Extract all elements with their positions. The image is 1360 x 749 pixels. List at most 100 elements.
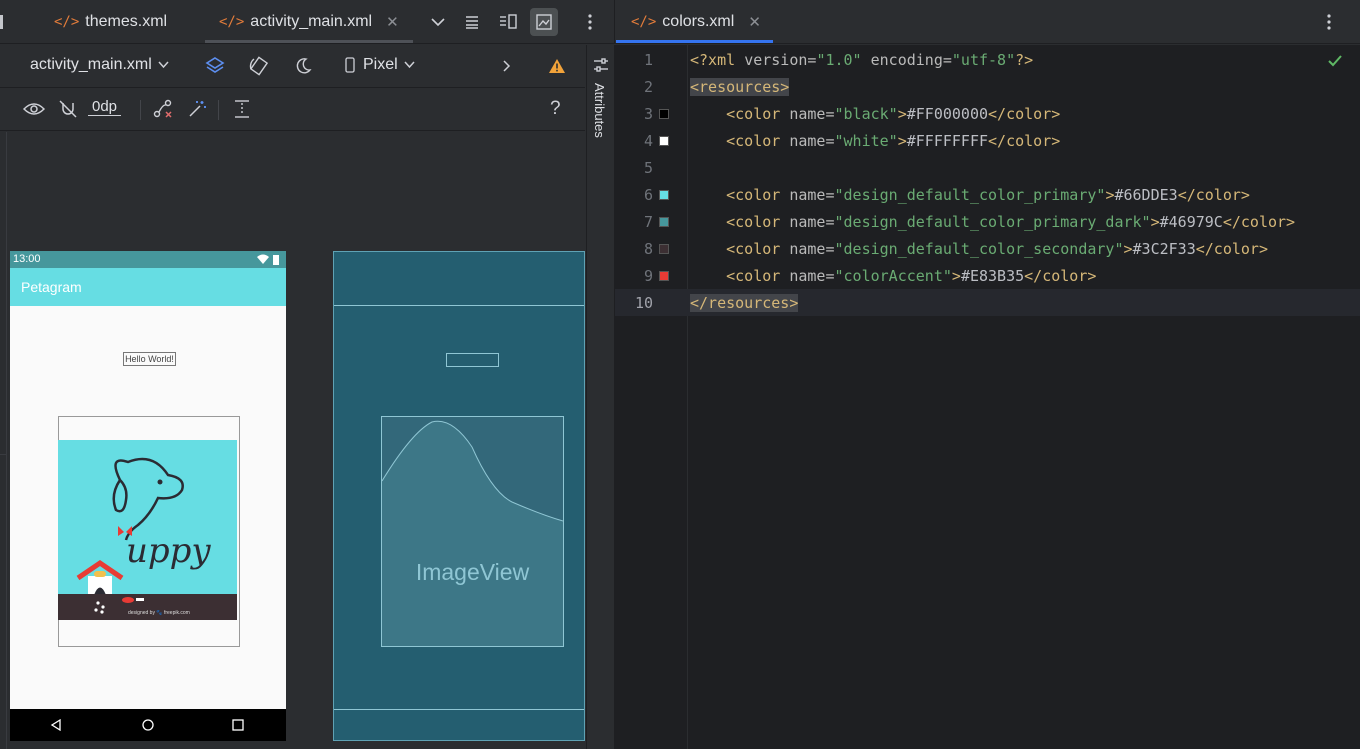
- line-number: 4: [643, 132, 653, 150]
- infer-constraints-icon[interactable]: [184, 96, 210, 122]
- code-token: "design_default_color_secondary": [834, 240, 1124, 258]
- code-token: name=: [789, 213, 835, 231]
- code-token: >: [897, 132, 907, 150]
- tab-activity-main-xml[interactable]: </> activity_main.xml ✕: [219, 0, 399, 44]
- code-text: <color name="design_default_color_second…: [690, 240, 1268, 258]
- designed-by-credit: designed by 🐾 freepik.com: [128, 610, 190, 616]
- tab-themes-xml[interactable]: </> themes.xml: [54, 0, 167, 44]
- code-token: "colorAccent": [834, 267, 952, 285]
- code-editor[interactable]: 1 <?xml version="1.0" encoding="utf-8"?> 2…: [614, 45, 1360, 749]
- code-line[interactable]: 4 <color name="white">#FFFFFFFF</color>: [615, 127, 1360, 154]
- design-preview-phone[interactable]: 13:00 Petagram Hello World! uppy designe…: [10, 251, 286, 741]
- orientation-icon[interactable]: [246, 53, 272, 79]
- layers-icon[interactable]: [202, 53, 228, 79]
- code-token: <?xml: [690, 51, 745, 69]
- sliders-icon: [594, 58, 608, 72]
- attributes-tab-label[interactable]: Attributes: [592, 83, 607, 138]
- code-line[interactable]: 2 <resources>: [615, 73, 1360, 100]
- code-token: name=: [789, 186, 835, 204]
- color-swatch-icon[interactable]: [659, 190, 669, 200]
- code-text: <resources>: [690, 78, 790, 96]
- inspection-ok-icon[interactable]: [1328, 55, 1342, 67]
- tab-label: colors.xml: [662, 13, 735, 30]
- help-button[interactable]: ?: [550, 98, 561, 120]
- tab-label: themes.xml: [85, 13, 168, 30]
- color-swatch-icon[interactable]: [659, 217, 669, 227]
- tab-label: activity_main.xml: [250, 13, 373, 30]
- code-line[interactable]: 3 <color name="black">#FF000000</color>: [615, 100, 1360, 127]
- warning-icon[interactable]: [544, 53, 570, 79]
- code-line[interactable]: 5: [615, 154, 1360, 181]
- attributes-side-panel[interactable]: Attributes: [586, 45, 614, 749]
- code-token: </color>: [1222, 213, 1296, 231]
- code-text: <color name="black">#FF000000</color>: [690, 105, 1060, 123]
- chevron-down-icon[interactable]: [424, 8, 452, 36]
- code-view-icon[interactable]: [458, 8, 486, 36]
- blueprint-preview[interactable]: ImageView: [333, 251, 585, 741]
- device-select[interactable]: Pixel: [345, 56, 415, 74]
- status-bar: 13:00: [10, 251, 286, 268]
- hello-world-textview[interactable]: Hello World!: [123, 352, 176, 366]
- layout-toolbar: 0dp ?: [0, 88, 585, 131]
- imageview-label: ImageView: [415, 559, 530, 585]
- line-number: 2: [643, 78, 653, 96]
- xml-tag-icon: </>: [219, 14, 245, 30]
- line-number: 7: [643, 213, 653, 231]
- more-options-icon[interactable]: [1315, 8, 1343, 36]
- xml-tag-icon: </>: [631, 14, 657, 30]
- file-select-label: activity_main.xml: [30, 56, 152, 73]
- design-view-icon[interactable]: [530, 8, 558, 36]
- color-swatch-icon[interactable]: [659, 109, 669, 119]
- code-token: #FFFFFFFF: [906, 132, 989, 150]
- default-margin-field[interactable]: 0dp: [88, 98, 122, 116]
- code-line[interactable]: 9 <color name="colorAccent">#E83B35</col…: [615, 262, 1360, 289]
- code-token: encoding=: [861, 51, 952, 69]
- code-token: #66DDE3: [1114, 186, 1178, 204]
- line-number: 3: [643, 105, 653, 123]
- code-line[interactable]: 8 <color name="design_default_color_seco…: [615, 235, 1360, 262]
- guidelines-icon[interactable]: [229, 96, 255, 122]
- code-token: #46979C: [1159, 213, 1223, 231]
- status-time: 13:00: [13, 253, 41, 265]
- color-swatch-icon[interactable]: [659, 244, 669, 254]
- phone-icon: [345, 57, 355, 73]
- night-mode-icon[interactable]: [290, 53, 316, 79]
- close-icon[interactable]: ✕: [386, 13, 399, 31]
- more-options-icon[interactable]: [576, 8, 604, 36]
- blueprint-navbar-line: [334, 709, 584, 710]
- code-line[interactable]: 7 <color name="design_default_color_prim…: [615, 208, 1360, 235]
- editor-tab-bar: </> colors.xml ✕: [614, 0, 1360, 44]
- close-icon[interactable]: ✕: [748, 13, 761, 31]
- code-token: ?>: [1015, 51, 1034, 69]
- blueprint-hello-textview[interactable]: [446, 353, 499, 367]
- eye-icon[interactable]: [21, 96, 47, 122]
- code-token: >: [1123, 240, 1133, 258]
- chevron-right-icon[interactable]: [494, 53, 520, 79]
- toolbar-divider: [140, 100, 141, 120]
- tab-overflow-fragment[interactable]: [0, 0, 10, 44]
- magnet-off-icon[interactable]: [55, 96, 81, 122]
- blueprint-imageview[interactable]: ImageView: [381, 416, 564, 647]
- code-line[interactable]: 1 <?xml version="1.0" encoding="utf-8"?>: [615, 46, 1360, 73]
- line-number: 1: [643, 51, 653, 69]
- code-token: <color: [726, 186, 790, 204]
- code-token: name=: [789, 132, 835, 150]
- code-line[interactable]: 6 <color name="design_default_color_prim…: [615, 181, 1360, 208]
- code-text: <color name="design_default_color_primar…: [690, 213, 1295, 231]
- tab-colors-xml[interactable]: </> colors.xml ✕: [631, 0, 761, 44]
- logo-text: uppy: [126, 531, 211, 571]
- code-token: "utf-8": [951, 51, 1016, 69]
- clear-constraints-icon[interactable]: [150, 96, 176, 122]
- line-number: 6: [643, 186, 653, 204]
- color-swatch-icon[interactable]: [659, 136, 669, 146]
- file-select[interactable]: activity_main.xml: [30, 56, 169, 74]
- color-swatch-icon[interactable]: [659, 271, 669, 281]
- code-token: <color: [726, 105, 790, 123]
- active-tab-indicator: [616, 40, 773, 43]
- split-view-icon[interactable]: [494, 8, 522, 36]
- code-token: </color>: [988, 105, 1061, 123]
- code-line[interactable]: 10 </resources>: [615, 289, 1360, 316]
- code-token: </resources>: [690, 294, 799, 312]
